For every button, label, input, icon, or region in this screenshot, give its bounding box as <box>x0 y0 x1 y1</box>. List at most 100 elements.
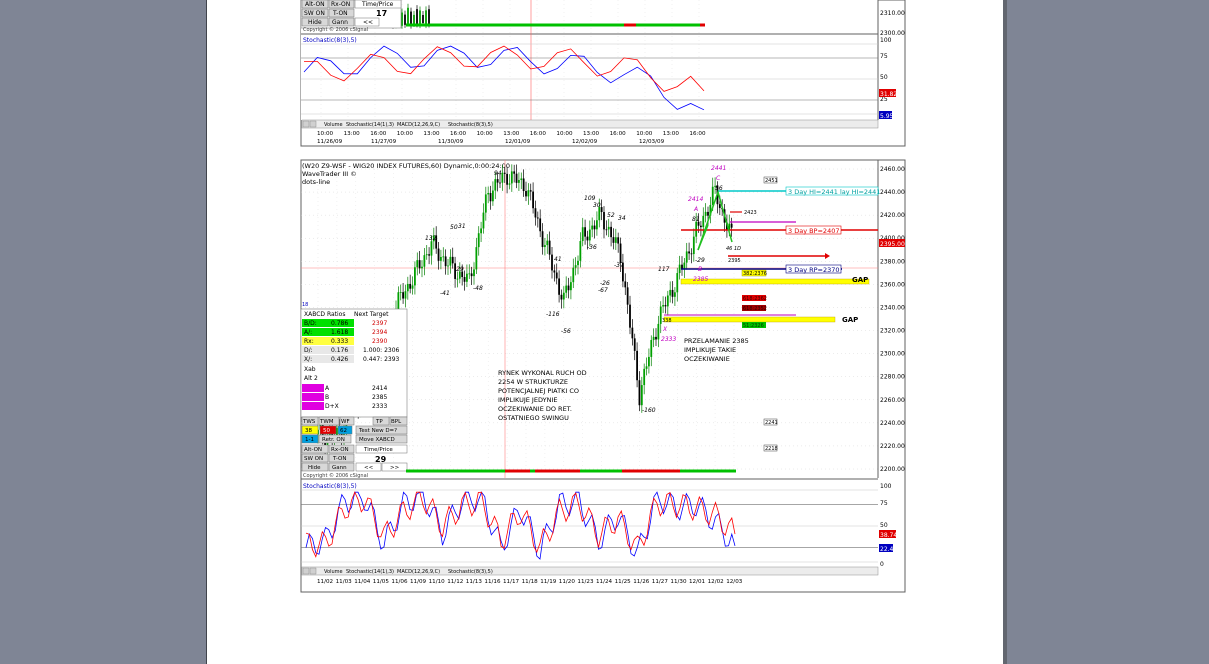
date-tick-label: 11/03 <box>336 579 353 585</box>
price-candle-body <box>506 173 508 185</box>
price-candle-body <box>411 285 414 289</box>
price-candle-body <box>624 281 627 288</box>
wave-label: -41 <box>440 290 450 297</box>
price-candle-body <box>409 283 412 289</box>
top-stoch-k-value: 5.95 <box>880 113 894 120</box>
ratio-label-4: 51:2326 <box>743 323 764 329</box>
top-tab-volume[interactable]: Volume <box>324 122 343 128</box>
price-candle-body <box>591 225 594 230</box>
time-tick-label: 13:00 <box>344 131 361 137</box>
main-chart: (W20 Z9-WSF - WIG20 INDEX FUTURES,60) Dy… <box>300 159 906 593</box>
price-candle-body <box>638 380 641 406</box>
price-candle-body <box>577 260 579 266</box>
date-tick-label: 11/09 <box>410 579 427 585</box>
price-candle-body <box>603 212 605 230</box>
alt2-row: Alt 2 <box>304 375 318 382</box>
price-candle-body <box>428 254 430 256</box>
price-candle-body <box>586 236 589 241</box>
wave-label: 56 <box>715 185 723 192</box>
time-tick-label: 16:00 <box>370 131 387 137</box>
retr-50-label: 50 <box>323 428 330 434</box>
next-label-main: >> <box>390 465 400 471</box>
date-tick-label: 11/30 <box>670 579 687 585</box>
price-candle-body <box>456 278 459 280</box>
price-candle-body <box>664 305 667 307</box>
time-price-label-main: Time/Price <box>363 447 393 453</box>
wave-label: 50 <box>450 224 458 231</box>
price-candle-body <box>406 283 409 292</box>
top-indicator-tabs: Volume Stochastic(14(1),3) MACD(12,26,9,… <box>301 119 879 129</box>
price-candle-body <box>518 179 520 183</box>
price-candle-body <box>484 194 487 213</box>
top-stoch-d-value: 31.82 <box>880 91 897 98</box>
price-candle-body <box>513 171 516 174</box>
top-candle-body <box>404 14 406 25</box>
price-candle-body <box>669 289 672 296</box>
price-candle-body <box>600 207 603 213</box>
time-tick-label: 10:00 <box>556 131 573 137</box>
top-tab-macd[interactable]: MACD(12,26,9,C) <box>397 122 440 128</box>
alt-on-label: Alt-ON <box>305 1 325 8</box>
wave-label: -56 <box>561 328 571 335</box>
main-tab-macd[interactable]: MACD(12,26,9,C) <box>397 569 440 575</box>
date-tick-label: 11/10 <box>429 579 446 585</box>
note-line: 2254 W STRUKTURZE <box>498 378 568 386</box>
gap-zone-lower <box>663 316 836 323</box>
main-tab-stoch8[interactable]: Stochastic(8(3),5) <box>448 569 493 575</box>
ratio-label-3: 618:2352 <box>743 306 767 312</box>
top-tab-scroll-right[interactable] <box>309 120 317 128</box>
main-tab-scroll-right[interactable] <box>309 567 317 575</box>
date-tick-label: 12/01/09 <box>505 139 531 145</box>
price-candle-body <box>532 191 534 209</box>
date-tick-label: 11/06 <box>391 579 408 585</box>
date-tick-label: 11/30/09 <box>438 139 464 145</box>
ratio-target: 2397 <box>372 320 387 327</box>
price-candle-body <box>508 183 511 185</box>
price-candle-body <box>463 277 466 282</box>
alt-on-label-main: Alt-ON <box>304 447 322 453</box>
sw-on-label-main: SW ON <box>304 456 323 462</box>
date-tick-label: 11/02 <box>317 579 333 585</box>
top-tab-stoch14[interactable]: Stochastic(14(1),3) <box>346 122 394 128</box>
prev-label-main: << <box>364 465 374 471</box>
price-candle-body <box>449 256 452 266</box>
time-tick-label: 13:00 <box>583 131 600 137</box>
main-tab-volume[interactable]: Volume <box>324 569 343 575</box>
main-tab-scroll-left[interactable] <box>302 567 310 575</box>
date-tick-label: 11/16 <box>484 579 501 585</box>
price-candle-body <box>404 291 407 299</box>
date-tick-label: 11/25 <box>615 579 632 585</box>
wave-label: 41 <box>554 256 562 263</box>
price-candle-body <box>423 255 426 267</box>
price-candle-body <box>588 229 591 241</box>
top-tab-scroll-left[interactable] <box>302 120 310 128</box>
top-candle-body <box>401 12 403 26</box>
gap-label-upper: GAP <box>852 276 868 284</box>
hide-label: Hide <box>308 19 322 26</box>
ratio-label-1: 382:2376 <box>743 271 767 277</box>
level-2218-label: 2218 <box>765 446 778 452</box>
top-tab-stoch8[interactable]: Stochastic(8(3),5) <box>448 122 493 128</box>
price-candle-body <box>546 240 549 246</box>
target-label: D+X <box>325 403 339 410</box>
ratio-value: 0.426 <box>331 356 348 363</box>
price-candle-body <box>648 356 650 367</box>
time-price-value-main: 29 <box>375 455 387 464</box>
price-candle-body <box>541 231 544 248</box>
note-line: PRZELAMANIE 2385 <box>684 337 749 345</box>
price-axis-label: 2460.00 <box>880 166 905 173</box>
price-candle-body <box>414 267 416 286</box>
gap-zone-upper <box>680 278 870 285</box>
main-indicator-tabs: Volume Stochastic(14(1),3) MACD(12,26,9,… <box>301 566 879 576</box>
date-tick-label: 11/19 <box>540 579 557 585</box>
price-candle-body <box>487 193 490 195</box>
ratio-target: 1.000: 2306 <box>363 347 400 354</box>
main-tab-stoch14[interactable]: Stochastic(14(1),3) <box>346 569 394 575</box>
price-axis-label: 2220.00 <box>880 443 905 450</box>
price-candle-body <box>730 223 733 228</box>
xab-row: Xab <box>304 366 316 373</box>
main-copyright: Copyright © 2006 cSignal <box>303 472 368 479</box>
retr-38-label: 38 <box>305 428 312 434</box>
wave-label: 2441 <box>711 165 726 172</box>
date-tick-label: 11/13 <box>466 579 483 585</box>
